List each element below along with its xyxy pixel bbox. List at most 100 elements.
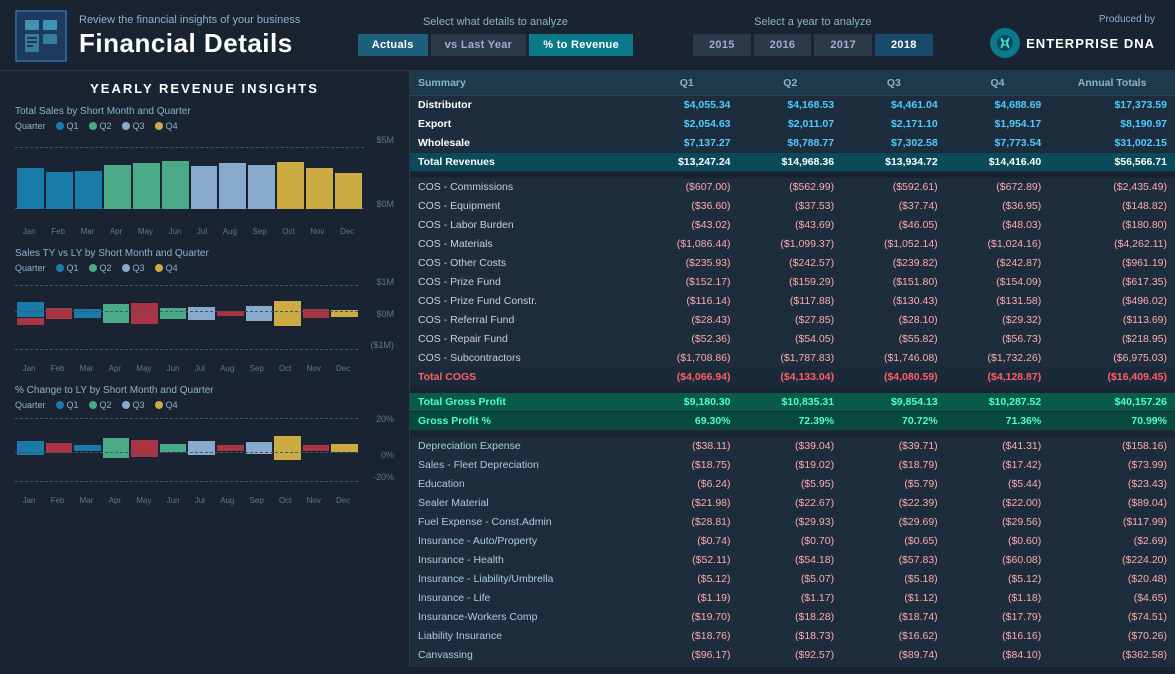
- bar-sep: [248, 165, 275, 209]
- table-row: Sales - Fleet Depreciation ($18.75) ($19…: [410, 456, 1175, 475]
- c3-mar: Mar: [80, 496, 94, 505]
- table-row: Fuel Expense - Const.Admin ($28.81) ($29…: [410, 513, 1175, 532]
- chart1-quarter-text: Quarter: [15, 121, 46, 131]
- total-cogs-label: Total COGS: [410, 368, 635, 387]
- month-jan: Jan: [23, 227, 36, 236]
- bar2-jan: [17, 277, 44, 350]
- c2-q3-text: Q3: [133, 263, 145, 273]
- c3-q4-text: Q4: [166, 400, 178, 410]
- cell-q1: ($18.76): [635, 627, 739, 646]
- total-cogs-q1: ($4,066.94): [635, 368, 739, 387]
- cell-q4: ($242.87): [946, 254, 1050, 273]
- chart3-area: 20% 0% -20%: [15, 414, 394, 494]
- c2-legend-q2: Q2: [89, 263, 112, 273]
- bar2-sep: [246, 277, 273, 350]
- cell-q1: ($235.93): [635, 254, 739, 273]
- cell-label: Fuel Expense - Const.Admin: [410, 513, 635, 532]
- table-row: Canvassing ($96.17) ($92.57) ($89.74) ($…: [410, 646, 1175, 665]
- cell-annual: $31,002.15: [1049, 134, 1175, 153]
- bar2-may: [131, 277, 158, 350]
- cell-q2: ($37.53): [739, 197, 843, 216]
- q4-dot: [155, 122, 163, 130]
- cell-q3: ($29.69): [842, 513, 946, 532]
- main-content: YEARLY REVENUE INSIGHTS Total Sales by S…: [0, 71, 1175, 667]
- cell-q2: ($159.29): [739, 273, 843, 292]
- cell-label: COS - Repair Fund: [410, 330, 635, 349]
- cell-label: Insurance-Workers Comp: [410, 608, 635, 627]
- chart2-y-neg: ($1M): [370, 340, 394, 350]
- c3-q2-text: Q2: [100, 400, 112, 410]
- cell-label: Insurance - Liability/Umbrella: [410, 570, 635, 589]
- year-2018-button[interactable]: 2018: [875, 34, 933, 56]
- cell-annual: $17,373.59: [1049, 96, 1175, 115]
- year-section: Select a year to analyze 2015 2016 2017 …: [693, 16, 933, 56]
- bar2-jul-pos: [188, 307, 215, 320]
- cell-q3: ($5.79): [842, 475, 946, 494]
- cell-q1: ($5.12): [635, 570, 739, 589]
- bar2-apr-pos: [103, 304, 130, 322]
- cell-label: Canvassing: [410, 646, 635, 665]
- chart2-y-pos: $1M: [376, 277, 394, 287]
- bar2-may-neg: [131, 303, 158, 325]
- c2-may: May: [136, 364, 151, 373]
- chart3-mid-line: [15, 452, 358, 453]
- table-row: Insurance - Auto/Property ($0.74) ($0.70…: [410, 532, 1175, 551]
- cell-q4: ($29.32): [946, 311, 1050, 330]
- cell-q3: $2,171.10: [842, 115, 946, 134]
- c2-jan: Jan: [23, 364, 36, 373]
- chart2-mid-line: [15, 311, 358, 312]
- c3-bar-oct: [274, 414, 301, 482]
- dna-logo-icon: [990, 28, 1020, 58]
- bar-jul: [191, 166, 218, 209]
- year-2017-button[interactable]: 2017: [814, 34, 872, 56]
- cell-q4: ($17.42): [946, 456, 1050, 475]
- bar2-oct: [274, 277, 301, 350]
- cell-annual: ($73.99): [1049, 456, 1175, 475]
- q3-label: Q3: [133, 121, 145, 131]
- cell-q4: ($17.79): [946, 608, 1050, 627]
- cell-q2: ($1,099.37): [739, 235, 843, 254]
- cell-q3: ($120.62): [842, 665, 946, 668]
- vs-last-year-button[interactable]: vs Last Year: [431, 34, 527, 56]
- month-mar: Mar: [81, 227, 95, 236]
- cell-q3: $7,302.58: [842, 134, 946, 153]
- cell-annual: ($496.02): [1049, 292, 1175, 311]
- cell-q4: ($29.56): [946, 513, 1050, 532]
- bar2-jun: [160, 277, 187, 350]
- c3-apr: Apr: [109, 496, 121, 505]
- c3-bar-oct-pos: [274, 436, 301, 460]
- cell-q4: $7,773.54: [946, 134, 1050, 153]
- gross-profit-annual: $40,157.26: [1049, 393, 1175, 412]
- cell-q2: ($19.02): [739, 456, 843, 475]
- cell-q2: ($22.67): [739, 494, 843, 513]
- chart3-label: % Change to LY by Short Month and Quarte…: [15, 385, 394, 396]
- month-apr: Apr: [110, 227, 122, 236]
- cell-q3: ($39.71): [842, 437, 946, 456]
- cell-label: Export: [410, 115, 635, 134]
- cell-q2: ($0.70): [739, 532, 843, 551]
- cell-q3: ($55.82): [842, 330, 946, 349]
- cell-q4: ($672.89): [946, 178, 1050, 197]
- table-row: COS - Materials ($1,086.44) ($1,099.37) …: [410, 235, 1175, 254]
- c3-bar-mar: [74, 414, 101, 482]
- year-2015-button[interactable]: 2015: [693, 34, 751, 56]
- header-title: Financial Details: [79, 28, 300, 59]
- cell-q2: ($39.04): [739, 437, 843, 456]
- cell-q3: ($37.74): [842, 197, 946, 216]
- cell-q1: ($1.19): [635, 589, 739, 608]
- chart3-bot-line: [15, 481, 358, 482]
- cell-q2: $4,168.53: [739, 96, 843, 115]
- actuals-button[interactable]: Actuals: [358, 34, 428, 56]
- c3-bar-apr: [103, 414, 130, 482]
- pct-revenue-button[interactable]: % to Revenue: [529, 34, 633, 56]
- table-container[interactable]: Summary Q1 Q2 Q3 Q4 Annual Totals Distri…: [410, 71, 1175, 667]
- gross-pct-q3: 70.72%: [842, 412, 946, 431]
- year-2016-button[interactable]: 2016: [754, 34, 812, 56]
- cell-q2: ($5.07): [739, 570, 843, 589]
- gross-pct-q4: 71.36%: [946, 412, 1050, 431]
- gross-pct-row: Gross Profit % 69.30% 72.39% 70.72% 71.3…: [410, 412, 1175, 431]
- chart1-quarter-label: Quarter: [15, 121, 46, 131]
- cell-q2: $8,788.77: [739, 134, 843, 153]
- c3-bar-jan: [17, 414, 44, 482]
- col-q1: Q1: [635, 71, 739, 96]
